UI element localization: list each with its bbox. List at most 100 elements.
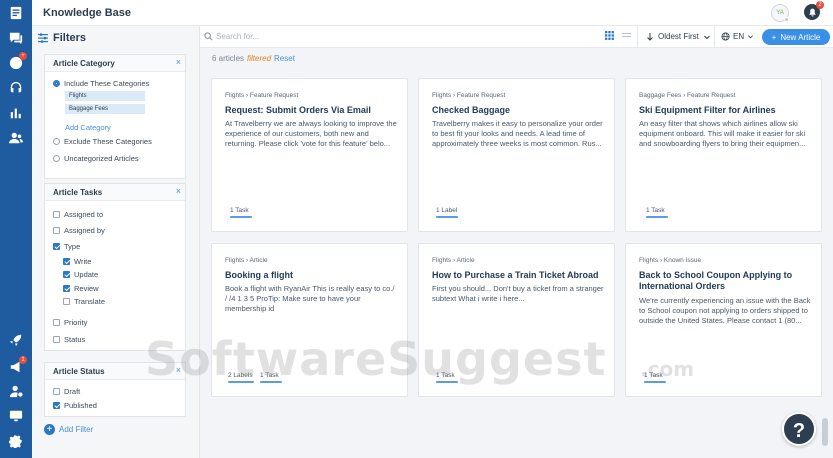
checkbox[interactable] xyxy=(53,211,60,218)
card-title: Article Status xyxy=(53,367,105,376)
review-option[interactable]: Review xyxy=(63,284,99,293)
new-article-label: New Article xyxy=(780,32,821,42)
assigned-to-option[interactable]: Assigned to xyxy=(53,210,103,219)
articles-area: 6 articles filtered Reset Flights › Feat… xyxy=(200,48,833,458)
reports-icon[interactable] xyxy=(8,105,24,121)
help-button[interactable]: ? xyxy=(782,412,816,446)
contacts-icon[interactable] xyxy=(8,130,24,146)
language-dropdown[interactable]: EN xyxy=(721,32,754,41)
support-headset-icon[interactable] xyxy=(8,80,24,96)
tasks-meta[interactable]: 1 Task xyxy=(646,207,668,218)
sort-arrow-icon xyxy=(647,32,653,41)
published-option[interactable]: Published xyxy=(53,401,97,410)
update-option[interactable]: Update xyxy=(63,270,98,279)
radio-button[interactable] xyxy=(53,138,60,145)
filters-header[interactable]: Filters xyxy=(38,32,86,44)
divider xyxy=(714,26,715,48)
option-label: Uncategorized Articles xyxy=(64,154,139,163)
avatar[interactable]: YA xyxy=(771,4,789,22)
option-label: Exclude These Categories xyxy=(64,137,152,146)
category-tag[interactable]: Baggage Fees xyxy=(65,104,145,114)
meta-bar xyxy=(644,381,666,383)
card-title: Article Tasks xyxy=(53,188,103,197)
article-breadcrumb: Baggage Fees › Feature Request xyxy=(639,92,736,99)
article-title[interactable]: How to Purchase a Train Ticket Abroad xyxy=(432,270,607,281)
translate-option[interactable]: Translate xyxy=(63,297,105,306)
plus-icon: + xyxy=(44,424,55,435)
checkbox[interactable] xyxy=(53,319,60,326)
plus-icon: + xyxy=(771,32,777,42)
status-option[interactable]: Status xyxy=(53,335,85,344)
article-card[interactable]: Baggage Fees › Feature Request Ski Equip… xyxy=(625,78,822,232)
exclude-categories-option[interactable]: Exclude These Categories xyxy=(53,137,152,146)
include-categories-option[interactable]: Include These Categories xyxy=(53,79,149,88)
option-label: Translate xyxy=(74,297,105,306)
checkbox[interactable] xyxy=(53,227,60,234)
assigned-by-option[interactable]: Assigned by xyxy=(53,226,105,235)
add-category-link[interactable]: Add Category xyxy=(65,123,111,132)
rocket-icon[interactable] xyxy=(8,332,24,348)
category-tag[interactable]: Flights xyxy=(65,91,145,101)
campaigns-icon[interactable]: 1 xyxy=(8,356,27,375)
article-card[interactable]: Flights › Feature Request Checked Baggag… xyxy=(418,78,615,232)
email-icon[interactable]: + xyxy=(8,52,27,71)
option-label: Priority xyxy=(64,318,88,327)
email-badge: + xyxy=(19,52,27,60)
filter-sliders-icon xyxy=(38,33,48,43)
checkbox[interactable] xyxy=(53,336,60,343)
close-icon[interactable]: × xyxy=(176,57,181,67)
radio-button[interactable] xyxy=(53,155,60,162)
article-title[interactable]: Ski Equipment Filter for Airlines xyxy=(639,105,814,116)
checkbox[interactable] xyxy=(53,388,60,395)
chat-icon[interactable] xyxy=(8,30,24,46)
article-title[interactable]: Request: Submit Orders Via Email xyxy=(225,105,400,116)
notifications-button[interactable]: 2 xyxy=(804,1,824,20)
add-filter-button[interactable]: + Add Filter xyxy=(44,424,93,435)
scrollbar-thumb[interactable] xyxy=(822,418,828,446)
labels-meta[interactable]: 1 Label xyxy=(436,207,458,218)
priority-option[interactable]: Priority xyxy=(53,318,87,327)
article-title[interactable]: Back to School Coupon Applying to Intern… xyxy=(639,270,814,292)
draft-option[interactable]: Draft xyxy=(53,387,80,396)
article-title[interactable]: Booking a flight xyxy=(225,270,400,281)
checkbox[interactable] xyxy=(63,298,70,305)
write-option[interactable]: Write xyxy=(63,257,91,266)
checkbox[interactable] xyxy=(63,271,70,278)
watermark-suffix: .com xyxy=(640,357,695,381)
search-box[interactable] xyxy=(204,32,396,41)
article-breadcrumb: Flights › Feature Request xyxy=(432,92,506,99)
close-icon[interactable]: × xyxy=(176,186,181,196)
articles-icon[interactable] xyxy=(8,5,24,21)
uncategorized-option[interactable]: Uncategorized Articles xyxy=(53,154,139,163)
presence-dot xyxy=(784,17,789,22)
monitor-icon[interactable] xyxy=(8,408,24,424)
checkbox[interactable] xyxy=(63,285,70,292)
option-label: Update xyxy=(74,270,99,279)
tasks-meta[interactable]: 1 Task xyxy=(230,207,252,218)
checkbox[interactable] xyxy=(63,258,70,265)
checkbox[interactable] xyxy=(53,402,60,409)
list-view-icon[interactable] xyxy=(622,31,631,40)
sort-dropdown[interactable]: Oldest First xyxy=(646,32,711,41)
article-breadcrumb: Flights › Known Issue xyxy=(639,257,702,264)
option-label: Assigned by xyxy=(64,226,105,235)
checkbox[interactable] xyxy=(53,243,60,250)
grid-view-icon[interactable] xyxy=(605,31,614,40)
add-filter-label: Add Filter xyxy=(59,425,94,434)
card-title: Article Category xyxy=(53,59,115,68)
reset-link[interactable]: Reset xyxy=(274,54,295,63)
radio-button[interactable] xyxy=(53,80,60,87)
article-title[interactable]: Checked Baggage xyxy=(432,105,607,116)
page-title: Knowledge Base xyxy=(43,7,132,19)
filtered-label: filtered xyxy=(247,54,272,63)
meta-bar xyxy=(646,216,668,218)
search-input[interactable] xyxy=(216,32,396,41)
article-card[interactable]: Flights › Feature Request Request: Submi… xyxy=(211,78,408,232)
type-option[interactable]: Type xyxy=(53,242,80,251)
left-nav-rail: + 1 xyxy=(0,0,32,458)
new-article-button[interactable]: + New Article xyxy=(762,29,830,45)
user-settings-icon[interactable] xyxy=(8,383,24,399)
sort-label: Oldest First xyxy=(658,32,699,41)
campaigns-badge: 1 xyxy=(19,356,27,364)
settings-gear-icon[interactable] xyxy=(8,433,24,449)
